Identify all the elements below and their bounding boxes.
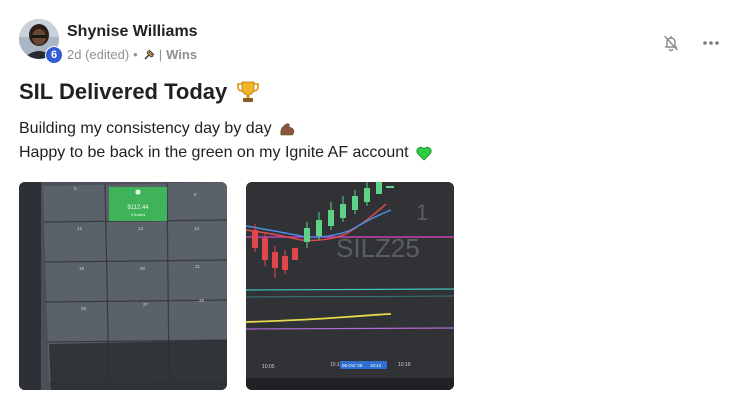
post-body-text-1: Building my consistency day by day xyxy=(19,120,272,137)
post-body-text-2: Happy to be back in the green on my Igni… xyxy=(19,144,409,161)
chart-date-badge: 06 Oct '25 xyxy=(342,363,363,368)
post-time: 2d (edited) xyxy=(67,47,130,62)
chart-time-badge: 10:12 xyxy=(370,363,382,368)
calendar-day-label: 26 xyxy=(81,306,87,311)
calendar-day-label: 19 xyxy=(79,266,85,271)
post-meta: 2d (edited) • | Wins xyxy=(67,47,197,62)
calendar-day-label: 27 xyxy=(143,302,149,307)
chart-time-label: 10:19 xyxy=(398,362,411,368)
author-name[interactable]: Shynise Williams xyxy=(67,23,198,41)
calendar-day-label: 21 xyxy=(195,264,201,269)
meta-separator-bar: | xyxy=(158,47,163,62)
level-badge: 6 xyxy=(45,46,63,64)
post-title-text: SIL Delivered Today xyxy=(19,79,228,104)
attachment-image-calendar[interactable]: $112.44 3 trades 5 6 12 13 14 19 20 21 2… xyxy=(19,182,227,390)
trophy-emoji xyxy=(235,79,261,105)
attachment-image-chart[interactable]: SILZ25 1 10:05 10:1 10:19 06 Oct '25 10:… xyxy=(246,182,454,390)
calendar-day-label: 20 xyxy=(140,266,146,271)
meta-separator-dot: • xyxy=(133,47,138,62)
more-horizontal-icon[interactable] xyxy=(701,34,721,52)
calendar-day-label: 12 xyxy=(77,226,83,231)
bell-off-icon[interactable] xyxy=(662,34,680,52)
chart-time-label: 10:1 xyxy=(330,362,340,368)
flexed-biceps-emoji xyxy=(278,120,296,138)
post-title: SIL Delivered Today xyxy=(19,79,261,105)
post-card: 6 Shynise Williams 2d (edited) • | Wins xyxy=(0,0,747,402)
post-category[interactable]: Wins xyxy=(166,47,197,62)
calendar-win-value: $112.44 xyxy=(127,205,149,211)
author-avatar[interactable]: 6 xyxy=(19,19,63,64)
chart-watermark-timeframe: 1 xyxy=(416,200,428,225)
calendar-day-label: 14 xyxy=(194,226,200,231)
chart-time-label: 10:05 xyxy=(262,364,275,370)
post-body-line-2: Happy to be back in the green on my Igni… xyxy=(19,144,433,162)
post-body-line-1: Building my consistency day by day xyxy=(19,120,296,138)
calendar-day-label: 28 xyxy=(199,298,205,303)
calendar-win-sub: 3 trades xyxy=(131,212,145,217)
pushpin-icon xyxy=(142,48,156,62)
green-heart-emoji xyxy=(415,144,433,162)
calendar-day-label: 13 xyxy=(138,226,144,231)
